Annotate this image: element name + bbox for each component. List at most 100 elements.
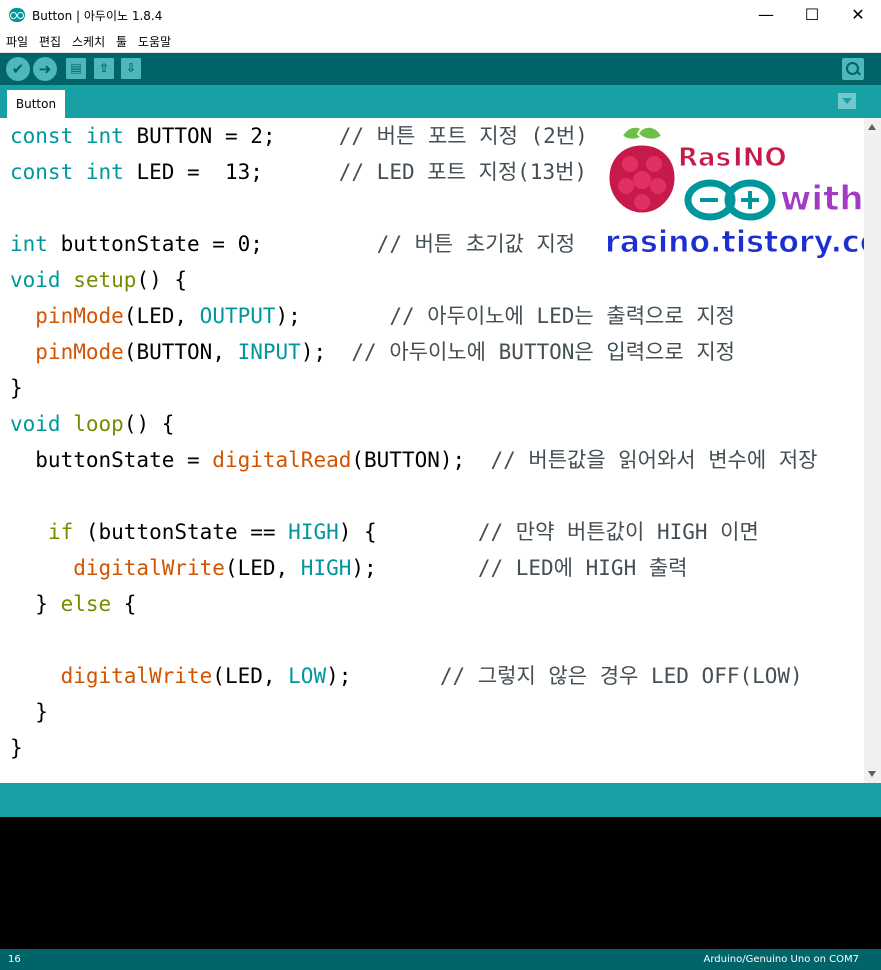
code-line[interactable]: } (10, 730, 860, 766)
code-line[interactable]: digitalWrite(LED, HIGH); // LED에 HIGH 출력 (10, 550, 860, 586)
code-plain: buttonState = (10, 448, 213, 472)
code-plain: } (10, 592, 61, 616)
code-line[interactable]: buttonState = digitalRead(BUTTON); // 버튼… (10, 442, 860, 478)
rasino-logo: RasINO with rasino.tistory.com (605, 125, 870, 261)
code-plain: (buttonState == (73, 520, 289, 544)
code-plain: ); (326, 664, 440, 688)
open-sketch-button[interactable]: ⇧ (94, 58, 114, 79)
code-line[interactable]: pinMode(BUTTON, INPUT); // 아두이노에 BUTTON은… (10, 334, 860, 370)
code-plain: BUTTON = 2; (123, 124, 339, 148)
menu-tools[interactable]: 툴 (116, 33, 127, 50)
code-keyword: int (10, 232, 48, 256)
code-line[interactable] (10, 622, 860, 658)
code-keyword: const (10, 160, 74, 184)
checkmark-icon: ✔ (11, 60, 25, 78)
code-function: digitalRead (212, 448, 352, 472)
verify-button[interactable]: ✔ (6, 57, 30, 81)
code-plain: ) { (338, 520, 478, 544)
code-plain (10, 520, 48, 544)
board-info: Arduino/Genuino Uno on COM7 (703, 954, 860, 965)
code-comment: // LED에 HIGH 출력 (477, 556, 688, 580)
code-plain: buttonState = 0; (47, 232, 377, 256)
code-function: digitalWrite (73, 556, 225, 580)
serial-monitor-button[interactable] (842, 58, 864, 80)
scroll-down-icon[interactable] (868, 771, 876, 777)
code-line[interactable]: } (10, 370, 860, 406)
scroll-up-icon[interactable] (868, 124, 876, 130)
code-line[interactable]: void loop() { (10, 406, 860, 442)
code-keyword: LOW (288, 664, 327, 688)
code-control: else (60, 592, 112, 616)
code-plain (73, 160, 86, 184)
maximize-button[interactable]: ☐ (789, 0, 835, 30)
menu-bar: 파일 편집 스케치 툴 도움말 (0, 30, 881, 53)
code-control: setup (73, 268, 137, 292)
save-sketch-button[interactable]: ⇩ (121, 58, 141, 79)
code-plain (10, 556, 73, 580)
code-function: digitalWrite (60, 664, 213, 688)
status-bar (0, 783, 881, 817)
code-comment: // LED 포트 지정(13번) (338, 160, 588, 184)
code-plain: } (10, 376, 23, 400)
toolbar: ✔ ➜ ▤ ⇧ ⇩ (0, 53, 881, 85)
code-keyword: int (85, 160, 124, 184)
code-comment: // 버튼값을 읽어와서 변수에 저장 (490, 448, 818, 472)
code-plain: (BUTTON, (123, 340, 238, 364)
tab-bar: Button (0, 85, 881, 118)
line-number: 16 (8, 954, 21, 965)
code-line[interactable]: digitalWrite(LED, LOW); // 그렇지 않은 경우 LED… (10, 658, 860, 694)
minimize-button[interactable]: — (743, 0, 789, 30)
code-plain (61, 412, 74, 436)
code-plain: (LED, (123, 304, 200, 328)
tab-menu-button[interactable] (838, 93, 856, 109)
window-title: Button | 아두이노 1.8.4 (32, 9, 163, 23)
raspberry-icon (606, 125, 678, 216)
code-plain: () { (136, 268, 188, 292)
upload-button[interactable]: ➜ (33, 57, 57, 81)
code-line[interactable]: } (10, 694, 860, 730)
code-editor[interactable]: const int BUTTON = 2; // 버튼 포트 지정 (2번) co… (0, 118, 881, 783)
code-keyword: void (10, 268, 61, 292)
code-keyword: const (10, 124, 74, 148)
code-comment: // 아두이노에 LED는 출력으로 지정 (389, 304, 735, 328)
code-keyword: int (85, 124, 124, 148)
code-line[interactable]: void setup() { (10, 262, 860, 298)
menu-sketch[interactable]: 스케치 (72, 33, 105, 50)
code-plain: ); (351, 556, 478, 580)
menu-file[interactable]: 파일 (6, 33, 28, 50)
title-bar: Button | 아두이노 1.8.4 — ☐ ✕ (0, 0, 881, 30)
editor-scrollbar[interactable] (864, 118, 881, 783)
code-plain: (BUTTON); (351, 448, 491, 472)
arrow-down-icon: ⇩ (125, 61, 137, 75)
code-plain: LED = 13; (123, 160, 339, 184)
code-comment: // 그렇지 않은 경우 LED OFF(LOW) (439, 664, 803, 688)
code-keyword: OUTPUT (199, 304, 276, 328)
code-plain (73, 124, 86, 148)
footer-bar: 16 Arduino/Genuino Uno on COM7 (0, 949, 881, 970)
arduino-app-icon (9, 8, 25, 22)
code-line[interactable]: pinMode(LED, OUTPUT); // 아두이노에 LED는 출력으로… (10, 298, 860, 334)
code-function: pinMode (35, 304, 124, 328)
code-plain: ); (275, 304, 390, 328)
code-line[interactable]: if (buttonState == HIGH) { // 만약 버튼값이 HI… (10, 514, 860, 550)
menu-edit[interactable]: 편집 (39, 33, 61, 50)
code-plain (61, 268, 74, 292)
code-plain: } (10, 700, 48, 724)
new-sketch-button[interactable]: ▤ (66, 58, 86, 79)
new-file-icon: ▤ (70, 61, 82, 75)
close-button[interactable]: ✕ (835, 0, 881, 30)
code-line[interactable]: } else { (10, 586, 860, 622)
tab-button[interactable]: Button (7, 90, 65, 118)
code-keyword: HIGH (300, 556, 352, 580)
menu-help[interactable]: 도움말 (138, 33, 171, 50)
console-output[interactable] (0, 817, 881, 949)
code-plain (10, 340, 35, 364)
code-keyword: void (10, 412, 61, 436)
code-plain (10, 664, 61, 688)
code-line[interactable] (10, 478, 860, 514)
code-comment: // 버튼 포트 지정 (2번) (338, 124, 588, 148)
code-plain: (LED, (224, 556, 301, 580)
code-comment: // 아두이노에 BUTTON은 입력으로 지정 (351, 340, 735, 364)
code-keyword: INPUT (237, 340, 301, 364)
logo-brand: RasINO (678, 143, 787, 173)
